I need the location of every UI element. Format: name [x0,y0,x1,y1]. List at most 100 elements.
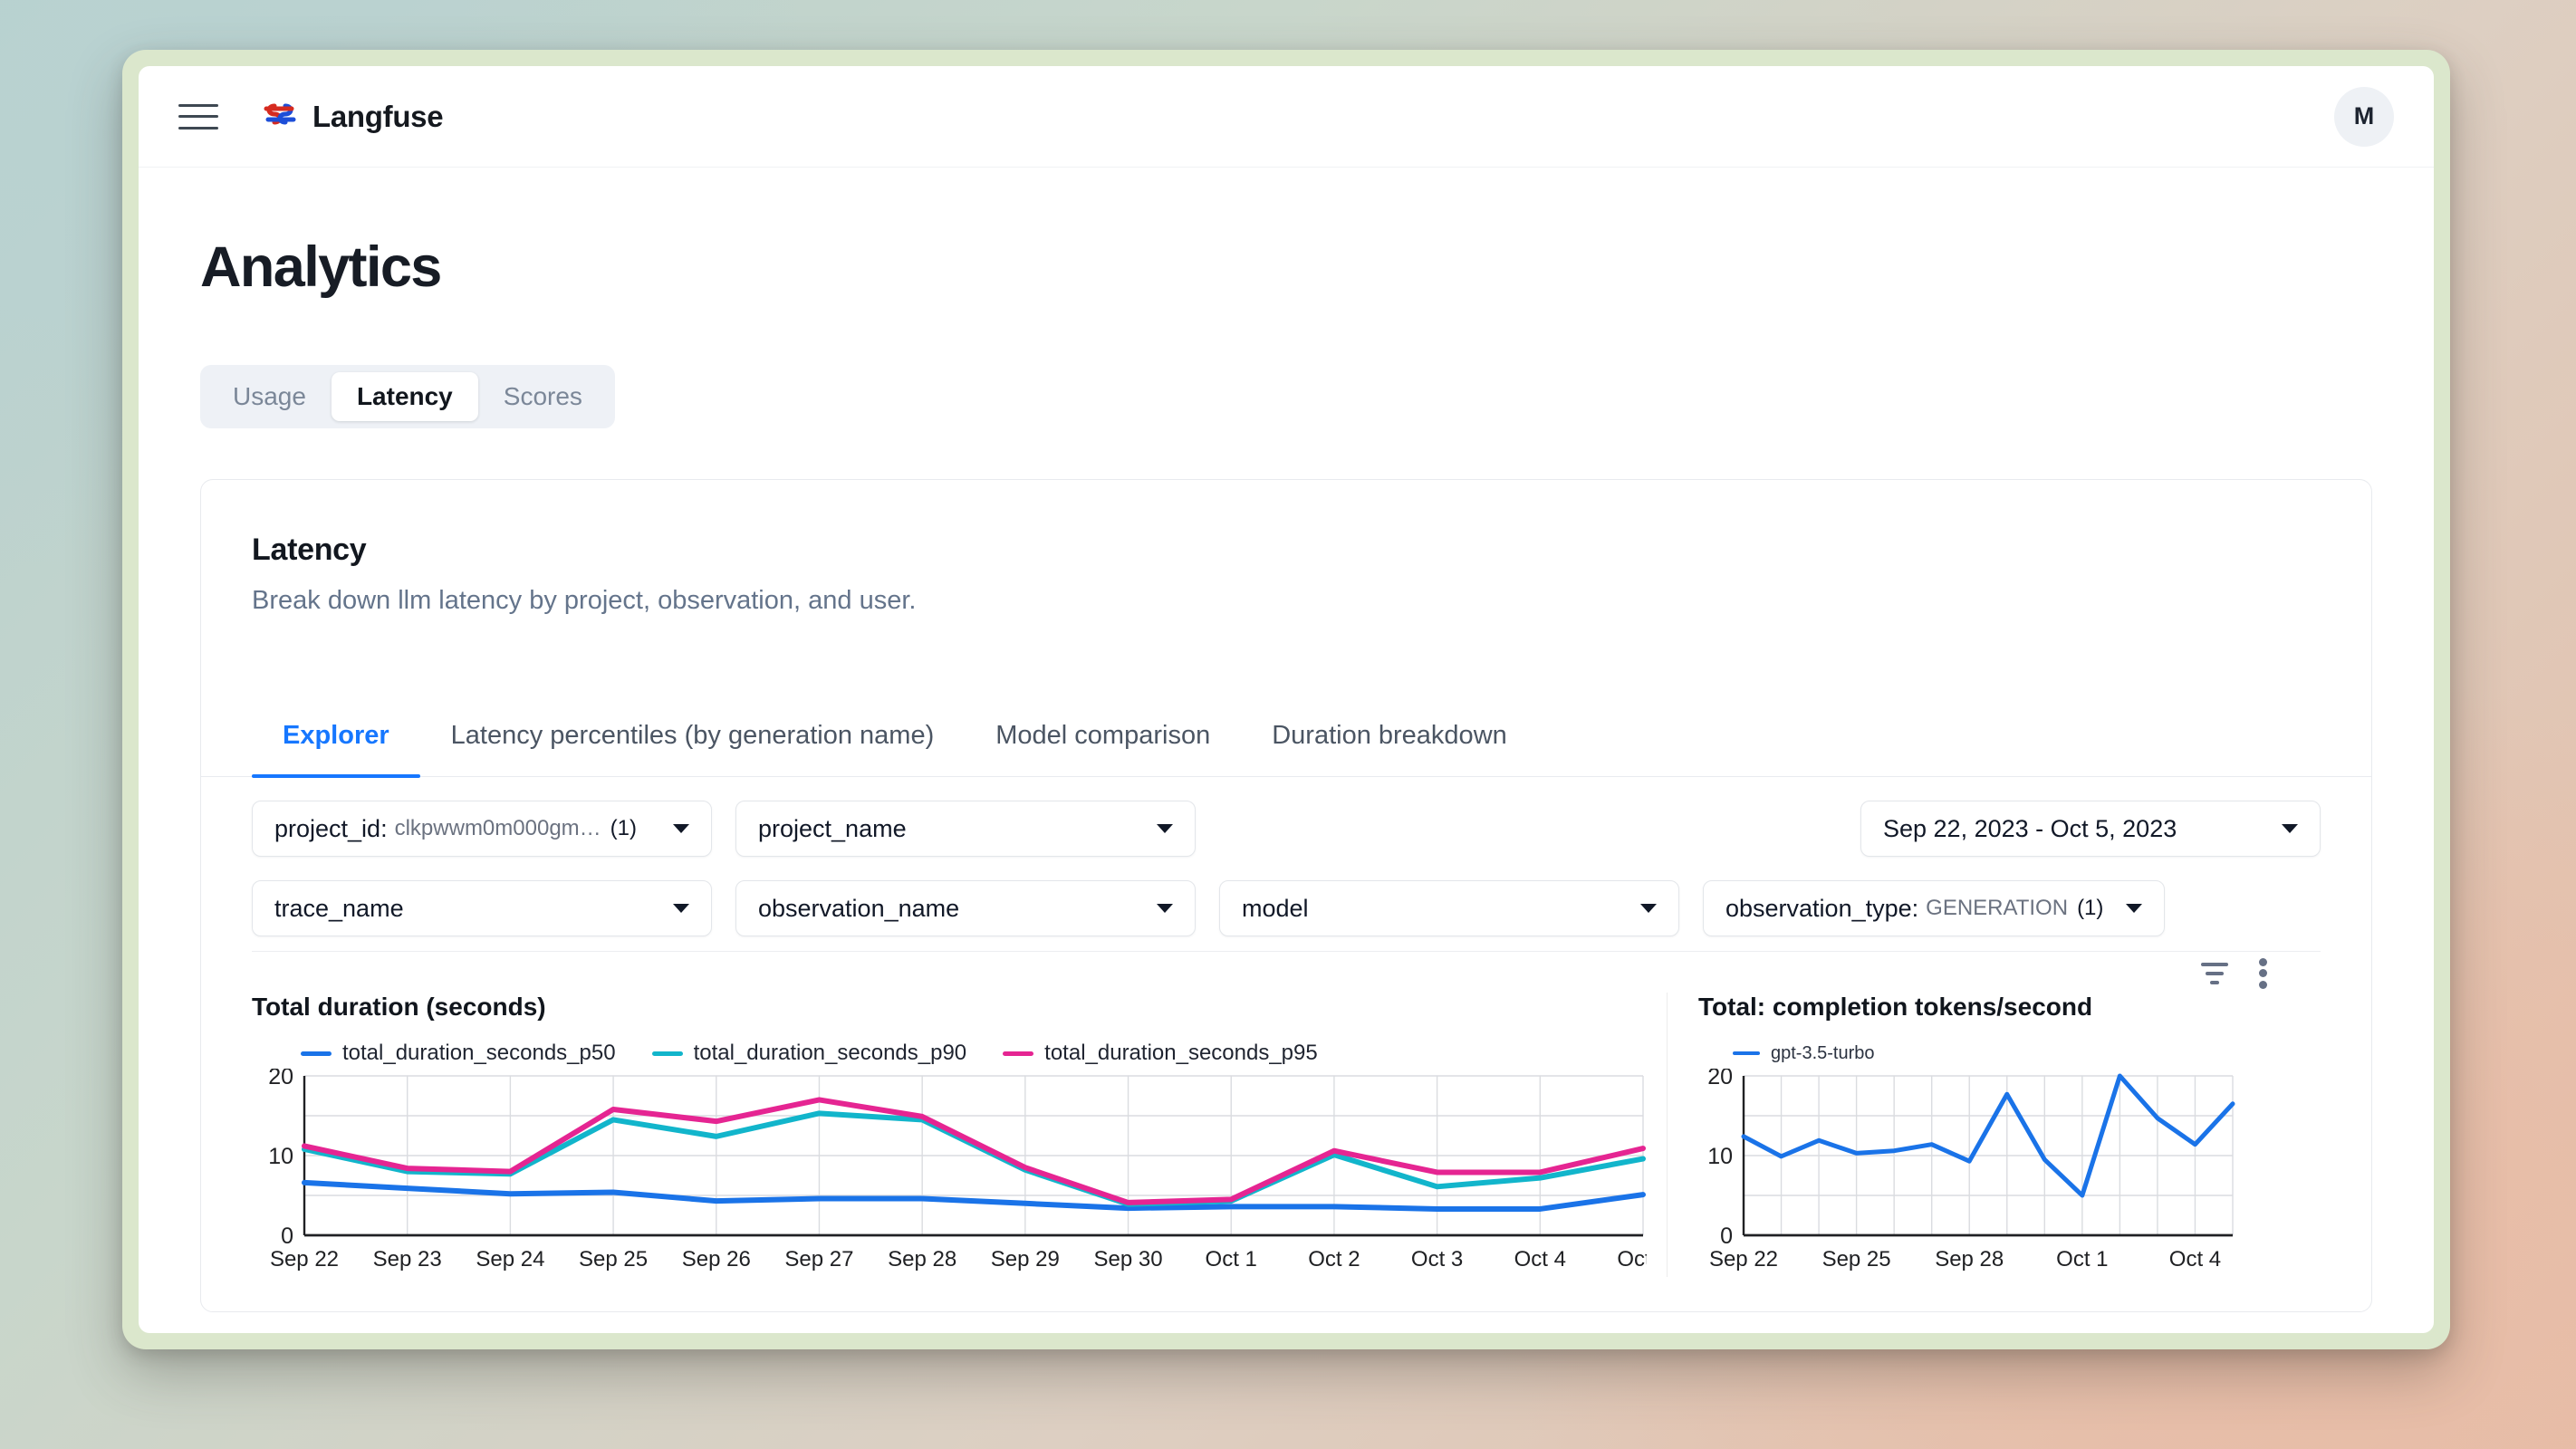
chevron-down-icon [1640,904,1657,913]
svg-text:10: 10 [1707,1144,1733,1169]
chart-completion-tokens-title: Total: completion tokens/second [1698,993,2321,1022]
chevron-down-icon [1157,824,1173,833]
svg-text:Oct 4: Oct 4 [2169,1247,2221,1271]
chart-total-duration: Total duration (seconds) total_duration_… [252,993,1667,1277]
card-subtitle: Break down llm latency by project, obser… [252,586,2321,616]
svg-text:Oct 1: Oct 1 [1206,1247,1257,1271]
page-title: Analytics [200,235,2390,300]
tab-scores[interactable]: Scores [478,372,608,421]
svg-text:Sep 22: Sep 22 [1709,1247,1778,1271]
latency-card: Latency Break down llm latency by projec… [200,479,2372,1312]
filter-project-id[interactable]: project_id: clkpwwm0m000gm… (1) [252,801,712,857]
chevron-down-icon [673,824,689,833]
charts-container: Total duration (seconds) total_duration_… [201,993,2371,1277]
svg-text:Oct 3: Oct 3 [1411,1247,1463,1271]
svg-text:Sep 25: Sep 25 [1822,1247,1891,1271]
legend-item-p95[interactable]: total_duration_seconds_p95 [1003,1041,1318,1066]
tab-duration-breakdown[interactable]: Duration breakdown [1241,710,1538,776]
svg-text:Sep 27: Sep 27 [784,1247,853,1271]
tab-explorer[interactable]: Explorer [252,710,420,776]
legend-swatch-gpt35 [1733,1051,1760,1055]
svg-text:Oct 5: Oct 5 [1617,1247,1647,1271]
filter-observation-type-label: observation_type [1725,895,1912,923]
legend-swatch-p50 [301,1051,332,1056]
filter-icon[interactable] [2201,963,2228,984]
filter-model[interactable]: model [1219,880,1679,936]
brand-logo-link[interactable]: Langfuse [262,100,443,134]
svg-text:Oct 1: Oct 1 [2056,1247,2108,1271]
legend-swatch-p95 [1003,1051,1033,1056]
tab-latency-percentiles[interactable]: Latency percentiles (by generation name) [420,710,966,776]
svg-text:0: 0 [281,1223,293,1249]
latency-view-tabs: Explorer Latency percentiles (by generat… [201,710,2371,777]
filter-observation-type[interactable]: observation_type: GENERATION (1) [1703,880,2165,936]
chart-completion-tokens: Total: completion tokens/second gpt-3.5-… [1668,993,2321,1277]
filter-project-id-value: clkpwwm0m000gm… [395,816,601,841]
svg-text:0: 0 [1720,1223,1733,1249]
chart-completion-tokens-plot[interactable]: 0 10 20 Sep 22 Sep 25 Sep 28 Oct 1 Oct 4 [1698,1069,2321,1277]
filter-project-name-label: project_name [758,815,907,843]
page-content: Analytics Usage Latency Scores Latency B… [139,235,2434,1312]
filter-observation-name[interactable]: observation_name [735,880,1196,936]
filter-bar: project_id: clkpwwm0m000gm… (1) project_… [201,801,2371,936]
chevron-down-icon [1157,904,1173,913]
filter-model-label: model [1242,895,1309,923]
svg-text:Sep 28: Sep 28 [888,1247,956,1271]
legend-label-p50: total_duration_seconds_p50 [342,1041,616,1066]
svg-text:Sep 26: Sep 26 [682,1247,751,1271]
chart-total-duration-plot[interactable]: 01020Sep 22Sep 23Sep 24Sep 25Sep 26Sep 2… [252,1069,1648,1277]
legend-label-p90: total_duration_seconds_p90 [694,1041,967,1066]
svg-text:Sep 30: Sep 30 [1093,1247,1162,1271]
hamburger-icon[interactable] [178,100,218,134]
legend-item-gpt35[interactable]: gpt-3.5-turbo [1733,1043,1875,1064]
tab-usage[interactable]: Usage [207,372,332,421]
browser-viewport: Langfuse M Analytics Usage Latency Score… [139,66,2434,1333]
app-top-bar: Langfuse M [139,66,2434,168]
tab-latency[interactable]: Latency [332,372,478,421]
filter-observation-type-colon: : [1912,895,1919,923]
date-range-label: Sep 22, 2023 - Oct 5, 2023 [1883,815,2177,843]
card-header: Latency Break down llm latency by projec… [201,480,2371,616]
langfuse-logo-icon [262,101,298,132]
svg-text:Sep 22: Sep 22 [270,1247,339,1271]
filter-row-1: project_id: clkpwwm0m000gm… (1) project_… [252,801,2321,857]
svg-text:Sep 25: Sep 25 [579,1247,648,1271]
card-title: Latency [252,533,2321,568]
chart-toolbar [252,951,2321,991]
legend-item-p90[interactable]: total_duration_seconds_p90 [652,1041,967,1066]
analytics-segmented-tabs: Usage Latency Scores [200,365,615,428]
brand-title: Langfuse [312,100,443,134]
tab-model-comparison[interactable]: Model comparison [965,710,1241,776]
filter-project-id-count: (1) [610,816,637,841]
date-range-picker[interactable]: Sep 22, 2023 - Oct 5, 2023 [1860,801,2321,857]
chart-completion-tokens-svg: 0 10 20 Sep 22 Sep 25 Sep 28 Oct 1 Oct 4 [1698,1069,2242,1277]
chevron-down-icon [673,904,689,913]
filter-observation-name-label: observation_name [758,895,959,923]
chart-total-duration-title: Total duration (seconds) [252,993,1648,1022]
svg-text:Sep 23: Sep 23 [373,1247,442,1271]
chart-total-duration-svg: 01020Sep 22Sep 23Sep 24Sep 25Sep 26Sep 2… [252,1069,1647,1277]
legend-item-p50[interactable]: total_duration_seconds_p50 [301,1041,616,1066]
filter-project-id-label: project_id [274,815,380,843]
svg-text:Oct 4: Oct 4 [1514,1247,1566,1271]
svg-text:20: 20 [268,1069,293,1089]
legend-label-gpt35: gpt-3.5-turbo [1771,1043,1875,1064]
filter-row-2: trace_name observation_name model [252,880,2321,936]
chart-total-duration-legend: total_duration_seconds_p50 total_duratio… [301,1038,1648,1069]
filter-trace-name[interactable]: trace_name [252,880,712,936]
filter-observation-type-value: GENERATION [1926,896,2068,921]
legend-swatch-p90 [652,1051,683,1056]
desktop-background: Langfuse M Analytics Usage Latency Score… [0,0,2576,1449]
chevron-down-icon [2126,904,2142,913]
avatar[interactable]: M [2334,87,2394,147]
svg-text:Oct 2: Oct 2 [1308,1247,1360,1271]
svg-text:Sep 28: Sep 28 [1935,1247,2004,1271]
legend-label-p95: total_duration_seconds_p95 [1044,1041,1318,1066]
browser-window: Langfuse M Analytics Usage Latency Score… [122,50,2450,1349]
filter-project-name[interactable]: project_name [735,801,1196,857]
more-vertical-icon[interactable] [2259,958,2268,989]
chevron-down-icon [2282,824,2298,833]
filter-project-id-colon: : [380,815,388,843]
svg-text:20: 20 [1707,1069,1733,1089]
svg-text:Sep 29: Sep 29 [991,1247,1060,1271]
